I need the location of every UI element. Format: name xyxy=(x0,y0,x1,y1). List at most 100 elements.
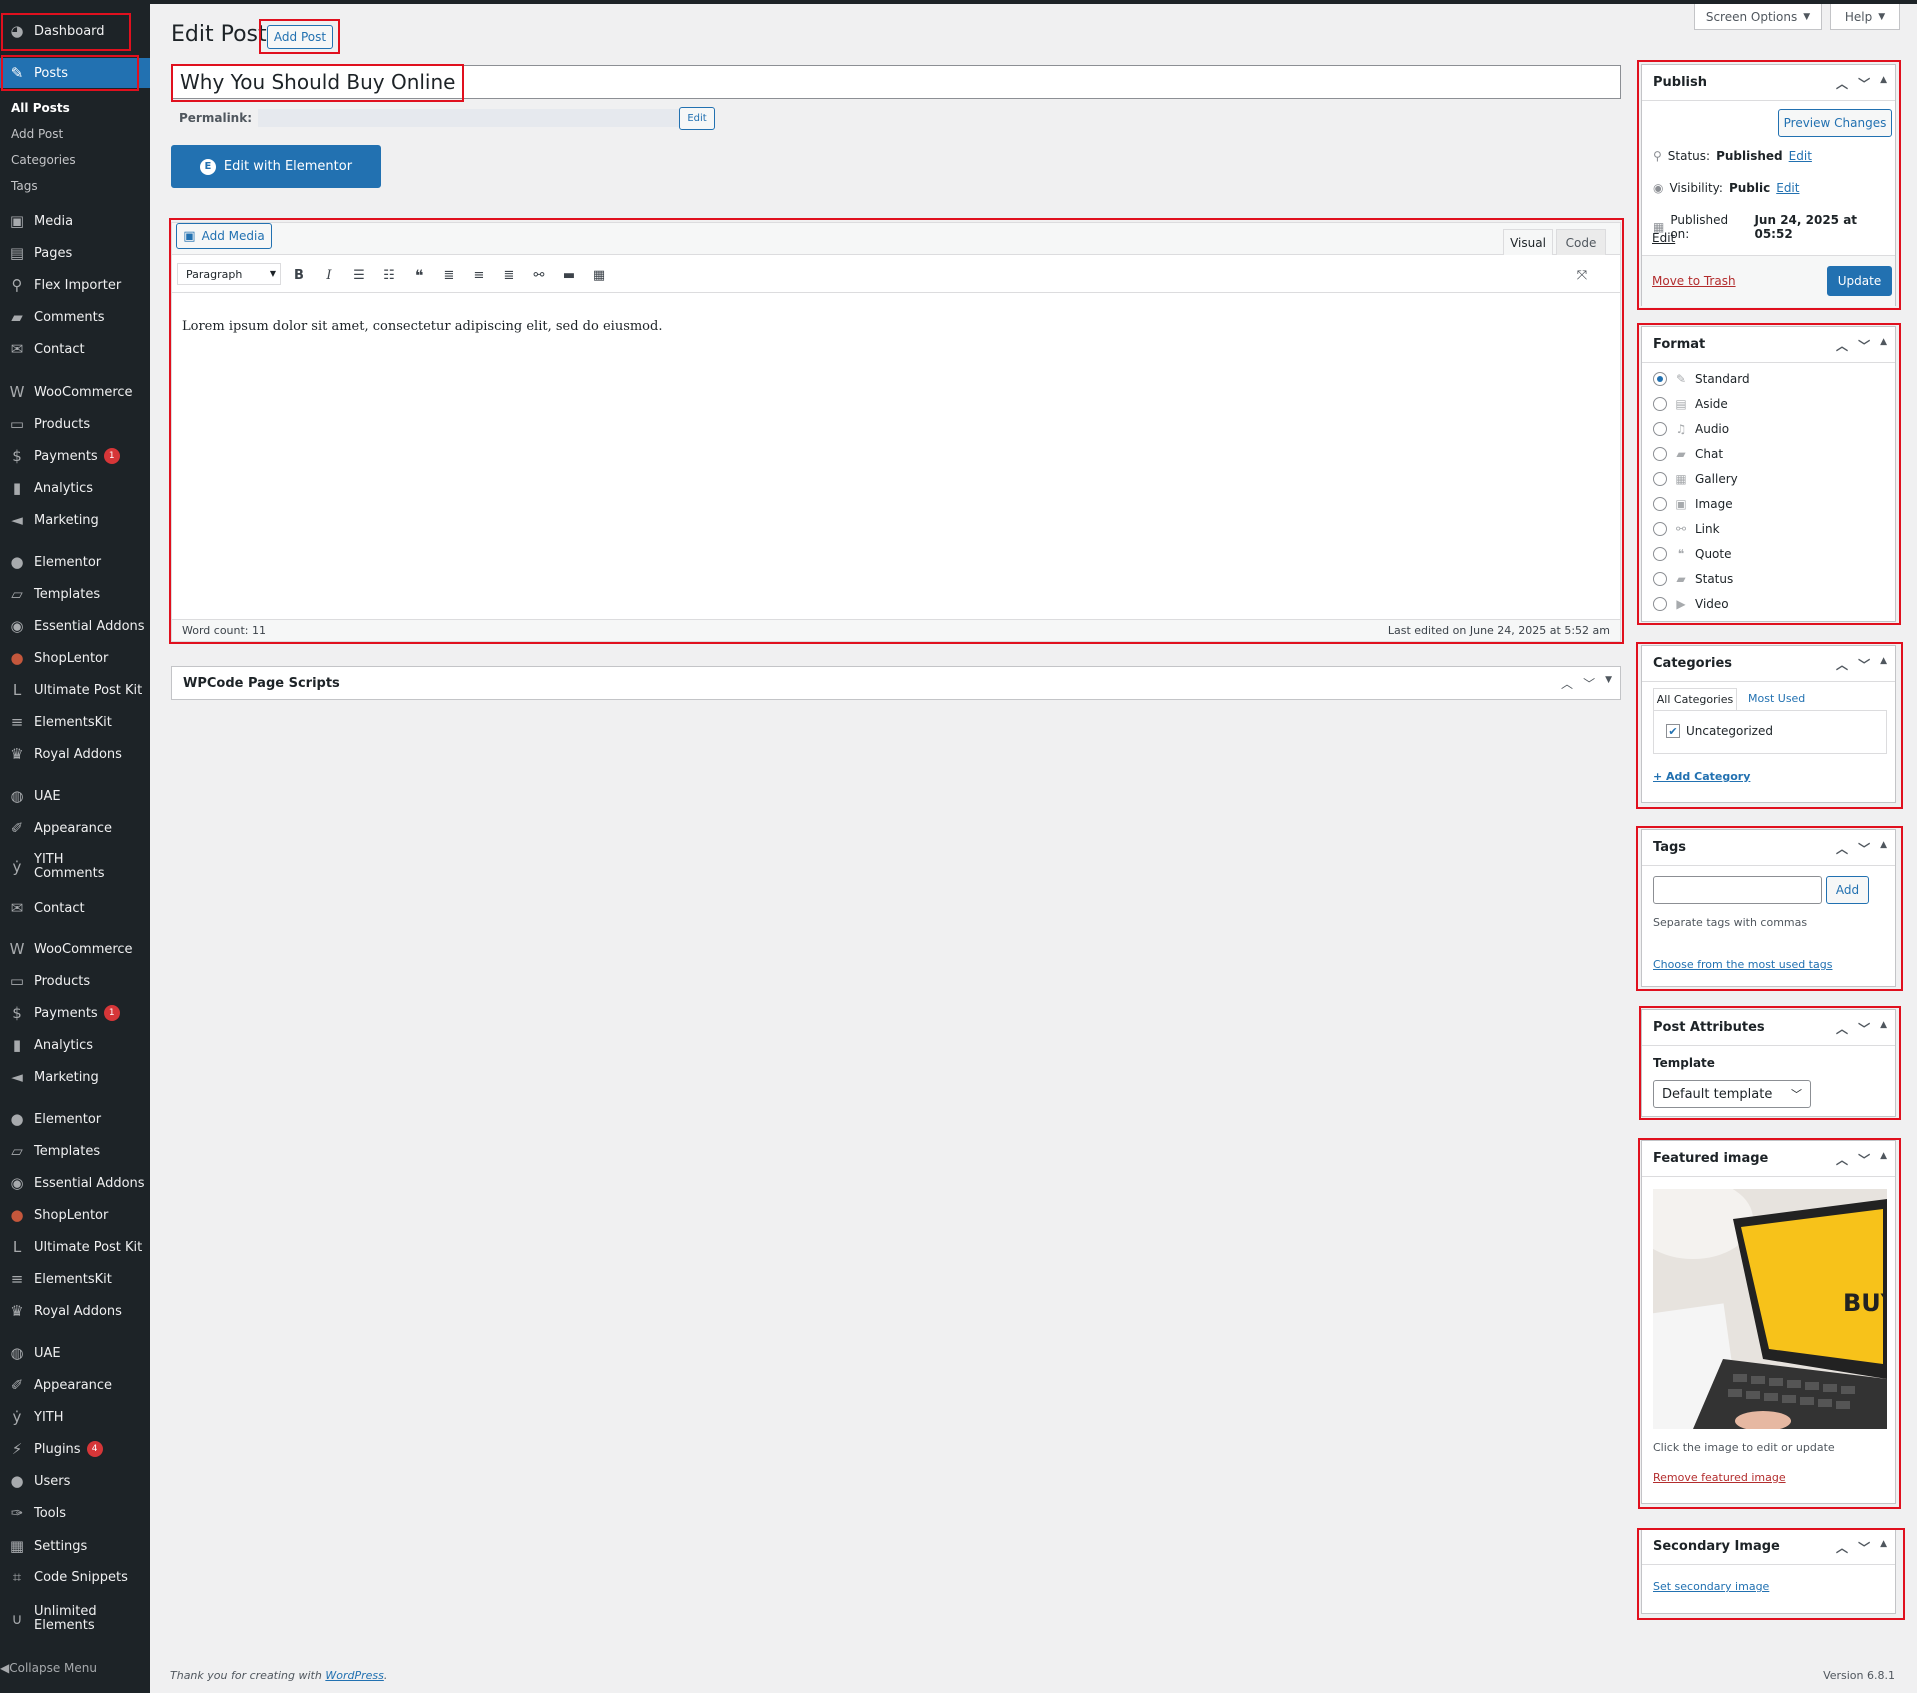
sidebar-item-marketing[interactable]: ◄ Marketing xyxy=(0,505,150,535)
sidebar-item-users[interactable]: ● Users xyxy=(0,1466,150,1496)
caret-up-icon[interactable]: ▲ xyxy=(1880,75,1887,92)
sidebar-item-marketing-2[interactable]: ◄ Marketing xyxy=(0,1062,150,1092)
secondary-header[interactable]: Secondary Image ︿ ﹀ ▲ xyxy=(1642,1529,1895,1565)
sidebar-item-shoplentor[interactable]: ● ShopLentor xyxy=(0,643,150,673)
sidebar-item-appearance[interactable]: ✐ Appearance xyxy=(0,813,150,843)
sidebar-item-products-2[interactable]: ▭ Products xyxy=(0,966,150,996)
sidebar-item-ultimate-post-kit-2[interactable]: L Ultimate Post Kit xyxy=(0,1232,150,1262)
sidebar-item-tools[interactable]: ✑ Tools xyxy=(0,1498,150,1528)
sidebar-item-pages[interactable]: ▤ Pages xyxy=(0,238,150,268)
published-edit-link[interactable]: Edit xyxy=(1652,231,1675,245)
submenu-categories[interactable]: Categories xyxy=(11,153,76,167)
italic-button[interactable]: I xyxy=(319,265,339,285)
radio-video[interactable] xyxy=(1653,597,1667,611)
set-secondary-image-link[interactable]: Set secondary image xyxy=(1653,1580,1769,1593)
sidebar-item-elementskit-2[interactable]: ≡ ElementsKit xyxy=(0,1264,150,1294)
caret-up-icon[interactable]: ▲ xyxy=(1880,656,1887,673)
chevron-up-icon[interactable]: ︿ xyxy=(1561,675,1573,692)
radio-link[interactable] xyxy=(1653,522,1667,536)
radio-standard[interactable] xyxy=(1653,372,1667,386)
sidebar-item-ultimate-post-kit[interactable]: L Ultimate Post Kit xyxy=(0,675,150,705)
choose-tags-link[interactable]: Choose from the most used tags xyxy=(1653,958,1832,971)
preview-changes-button[interactable]: Preview Changes xyxy=(1778,109,1892,137)
chevron-down-icon[interactable]: ﹀ xyxy=(1858,1539,1870,1556)
sidebar-item-media[interactable]: ▣ Media xyxy=(0,206,150,236)
wordpress-link[interactable]: WordPress xyxy=(325,1669,384,1682)
tab-visual[interactable]: Visual xyxy=(1503,229,1553,255)
sidebar-item-woocommerce[interactable]: W WooCommerce xyxy=(0,377,150,407)
chevron-down-icon[interactable]: ﹀ xyxy=(1858,840,1870,857)
align-left-button[interactable]: ≣ xyxy=(439,265,459,285)
chevron-up-icon[interactable]: ︿ xyxy=(1836,1539,1848,1556)
bullet-list-button[interactable]: ☰ xyxy=(349,265,369,285)
add-media-button[interactable]: ▣ Add Media xyxy=(176,223,272,249)
sidebar-item-products[interactable]: ▭ Products xyxy=(0,409,150,439)
sidebar-item-payments-2[interactable]: $ Payments 1 xyxy=(0,998,150,1028)
submenu-all-posts[interactable]: All Posts xyxy=(11,101,70,115)
publish-header[interactable]: Publish ︿ ﹀ ▲ xyxy=(1642,65,1895,101)
radio-audio[interactable] xyxy=(1653,422,1667,436)
categories-header[interactable]: Categories ︿ ﹀ ▲ xyxy=(1642,646,1895,682)
format-option-status[interactable]: ▰ Status xyxy=(1653,572,1733,586)
chevron-up-icon[interactable]: ︿ xyxy=(1836,75,1848,92)
help-button[interactable]: Help ▼ xyxy=(1830,4,1900,30)
template-select[interactable]: Default template ﹀ xyxy=(1653,1080,1811,1108)
radio-aside[interactable] xyxy=(1653,397,1667,411)
sidebar-item-appearance-2[interactable]: ✐ Appearance xyxy=(0,1370,150,1400)
sidebar-item-dashboard[interactable]: ◕ Dashboard xyxy=(0,16,150,46)
caret-up-icon[interactable]: ▲ xyxy=(1880,337,1887,354)
blockquote-button[interactable]: ❝ xyxy=(409,265,429,285)
sidebar-item-code-snippets[interactable]: ⌗ Code Snippets xyxy=(0,1562,150,1592)
add-post-button[interactable]: Add Post xyxy=(267,25,333,49)
sidebar-item-templates-2[interactable]: ▱ Templates xyxy=(0,1136,150,1166)
chevron-down-icon[interactable]: ﹀ xyxy=(1583,675,1595,692)
format-option-quote[interactable]: ❝ Quote xyxy=(1653,547,1731,561)
numbered-list-button[interactable]: ☷ xyxy=(379,265,399,285)
sidebar-item-elementor-2[interactable]: ● Elementor xyxy=(0,1104,150,1134)
add-tag-button[interactable]: Add xyxy=(1826,876,1869,904)
sidebar-item-payments[interactable]: $ Payments 1 xyxy=(0,441,150,471)
chevron-up-icon[interactable]: ︿ xyxy=(1836,656,1848,673)
format-option-gallery[interactable]: ▦ Gallery xyxy=(1653,472,1738,486)
align-center-button[interactable]: ≡ xyxy=(469,265,489,285)
featured-header[interactable]: Featured image ︿ ﹀ ▲ xyxy=(1642,1141,1895,1177)
submenu-tags[interactable]: Tags xyxy=(11,179,38,193)
format-header[interactable]: Format ︿ ﹀ ▲ xyxy=(1642,327,1895,363)
caret-down-icon[interactable]: ▼ xyxy=(1605,675,1612,692)
post-title-input[interactable]: Why You Should Buy Online xyxy=(171,65,1621,99)
sidebar-item-essential-addons-2[interactable]: ◉ Essential Addons xyxy=(0,1168,150,1198)
sidebar-item-shoplentor-2[interactable]: ● ShopLentor xyxy=(0,1200,150,1230)
chevron-up-icon[interactable]: ︿ xyxy=(1836,1020,1848,1037)
read-more-button[interactable]: ▬ xyxy=(559,265,579,285)
sidebar-item-flex-importer[interactable]: ⚲ Flex Importer xyxy=(0,270,150,300)
format-option-audio[interactable]: ♫ Audio xyxy=(1653,422,1729,436)
insert-link-button[interactable]: ⚯ xyxy=(529,265,549,285)
permalink-edit-button[interactable]: Edit xyxy=(679,107,715,130)
edit-with-elementor-button[interactable]: E Edit with Elementor xyxy=(171,145,381,188)
radio-status[interactable] xyxy=(1653,572,1667,586)
category-item[interactable]: ✔ Uncategorized xyxy=(1666,724,1773,738)
sidebar-item-contact[interactable]: ✉ Contact xyxy=(0,334,150,364)
chevron-up-icon[interactable]: ︿ xyxy=(1836,1151,1848,1168)
paragraph-format-select[interactable]: Paragraph ▼ xyxy=(177,263,281,285)
sidebar-item-elementor[interactable]: ● Elementor xyxy=(0,547,150,577)
tags-header[interactable]: Tags ︿ ﹀ ▲ xyxy=(1642,830,1895,866)
chevron-up-icon[interactable]: ︿ xyxy=(1836,840,1848,857)
bold-button[interactable]: B xyxy=(289,265,309,285)
sidebar-item-yith-comments[interactable]: ẏ YITH Comments xyxy=(0,852,150,882)
wpcode-title[interactable]: WPCode Page Scripts xyxy=(183,676,340,691)
sidebar-item-comments[interactable]: ▰ Comments xyxy=(0,302,150,332)
format-option-image[interactable]: ▣ Image xyxy=(1653,497,1733,511)
sidebar-item-settings[interactable]: ▦ Settings xyxy=(0,1531,150,1561)
sidebar-item-templates[interactable]: ▱ Templates xyxy=(0,579,150,609)
radio-image[interactable] xyxy=(1653,497,1667,511)
attributes-header[interactable]: Post Attributes ︿ ﹀ ▲ xyxy=(1642,1010,1895,1046)
sidebar-item-unlimited-elements[interactable]: ∪ Unlimited Elements xyxy=(0,1604,150,1634)
sidebar-item-royal-addons-2[interactable]: ♛ Royal Addons xyxy=(0,1296,150,1326)
checkbox-uncategorized[interactable]: ✔ xyxy=(1666,724,1680,738)
radio-chat[interactable] xyxy=(1653,447,1667,461)
chevron-down-icon[interactable]: ﹀ xyxy=(1858,1020,1870,1037)
radio-gallery[interactable] xyxy=(1653,472,1667,486)
caret-up-icon[interactable]: ▲ xyxy=(1880,840,1887,857)
chevron-down-icon[interactable]: ﹀ xyxy=(1858,337,1870,354)
